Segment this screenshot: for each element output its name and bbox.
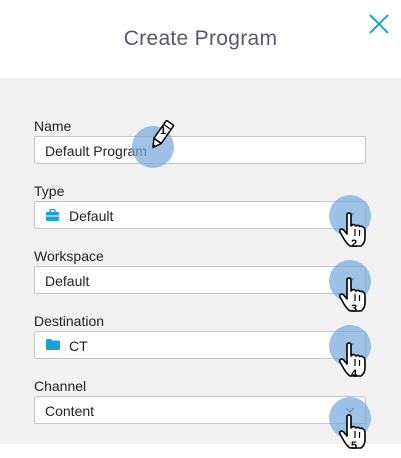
destination-select-value: CT <box>69 338 88 354</box>
folder-icon <box>46 339 60 350</box>
dialog-title: Create Program <box>123 27 278 50</box>
step-3-number: 3 <box>351 303 358 315</box>
step-1-number: 1 <box>160 125 167 137</box>
type-label: Type <box>34 183 65 199</box>
type-select-value: Default <box>69 208 114 224</box>
type-select[interactable]: Default <box>34 201 366 229</box>
close-icon[interactable] <box>366 11 392 37</box>
name-label: Name <box>34 118 72 134</box>
step-5-number: 5 <box>351 440 358 452</box>
workspace-select[interactable]: Default <box>34 266 366 294</box>
channel-select[interactable]: Content <box>34 396 366 424</box>
dialog-header: Create Program <box>0 0 401 78</box>
briefcase-icon <box>46 209 59 221</box>
step-4-number: 4 <box>351 368 358 380</box>
step-2-number: 2 <box>351 238 358 250</box>
destination-label: Destination <box>34 313 105 329</box>
destination-select[interactable]: CT <box>34 331 366 359</box>
channel-select-value: Content <box>45 403 95 419</box>
workspace-select-value: Default <box>45 273 90 289</box>
channel-label: Channel <box>34 378 87 394</box>
workspace-label: Workspace <box>34 248 104 264</box>
name-input[interactable]: Default Program <box>34 136 366 164</box>
